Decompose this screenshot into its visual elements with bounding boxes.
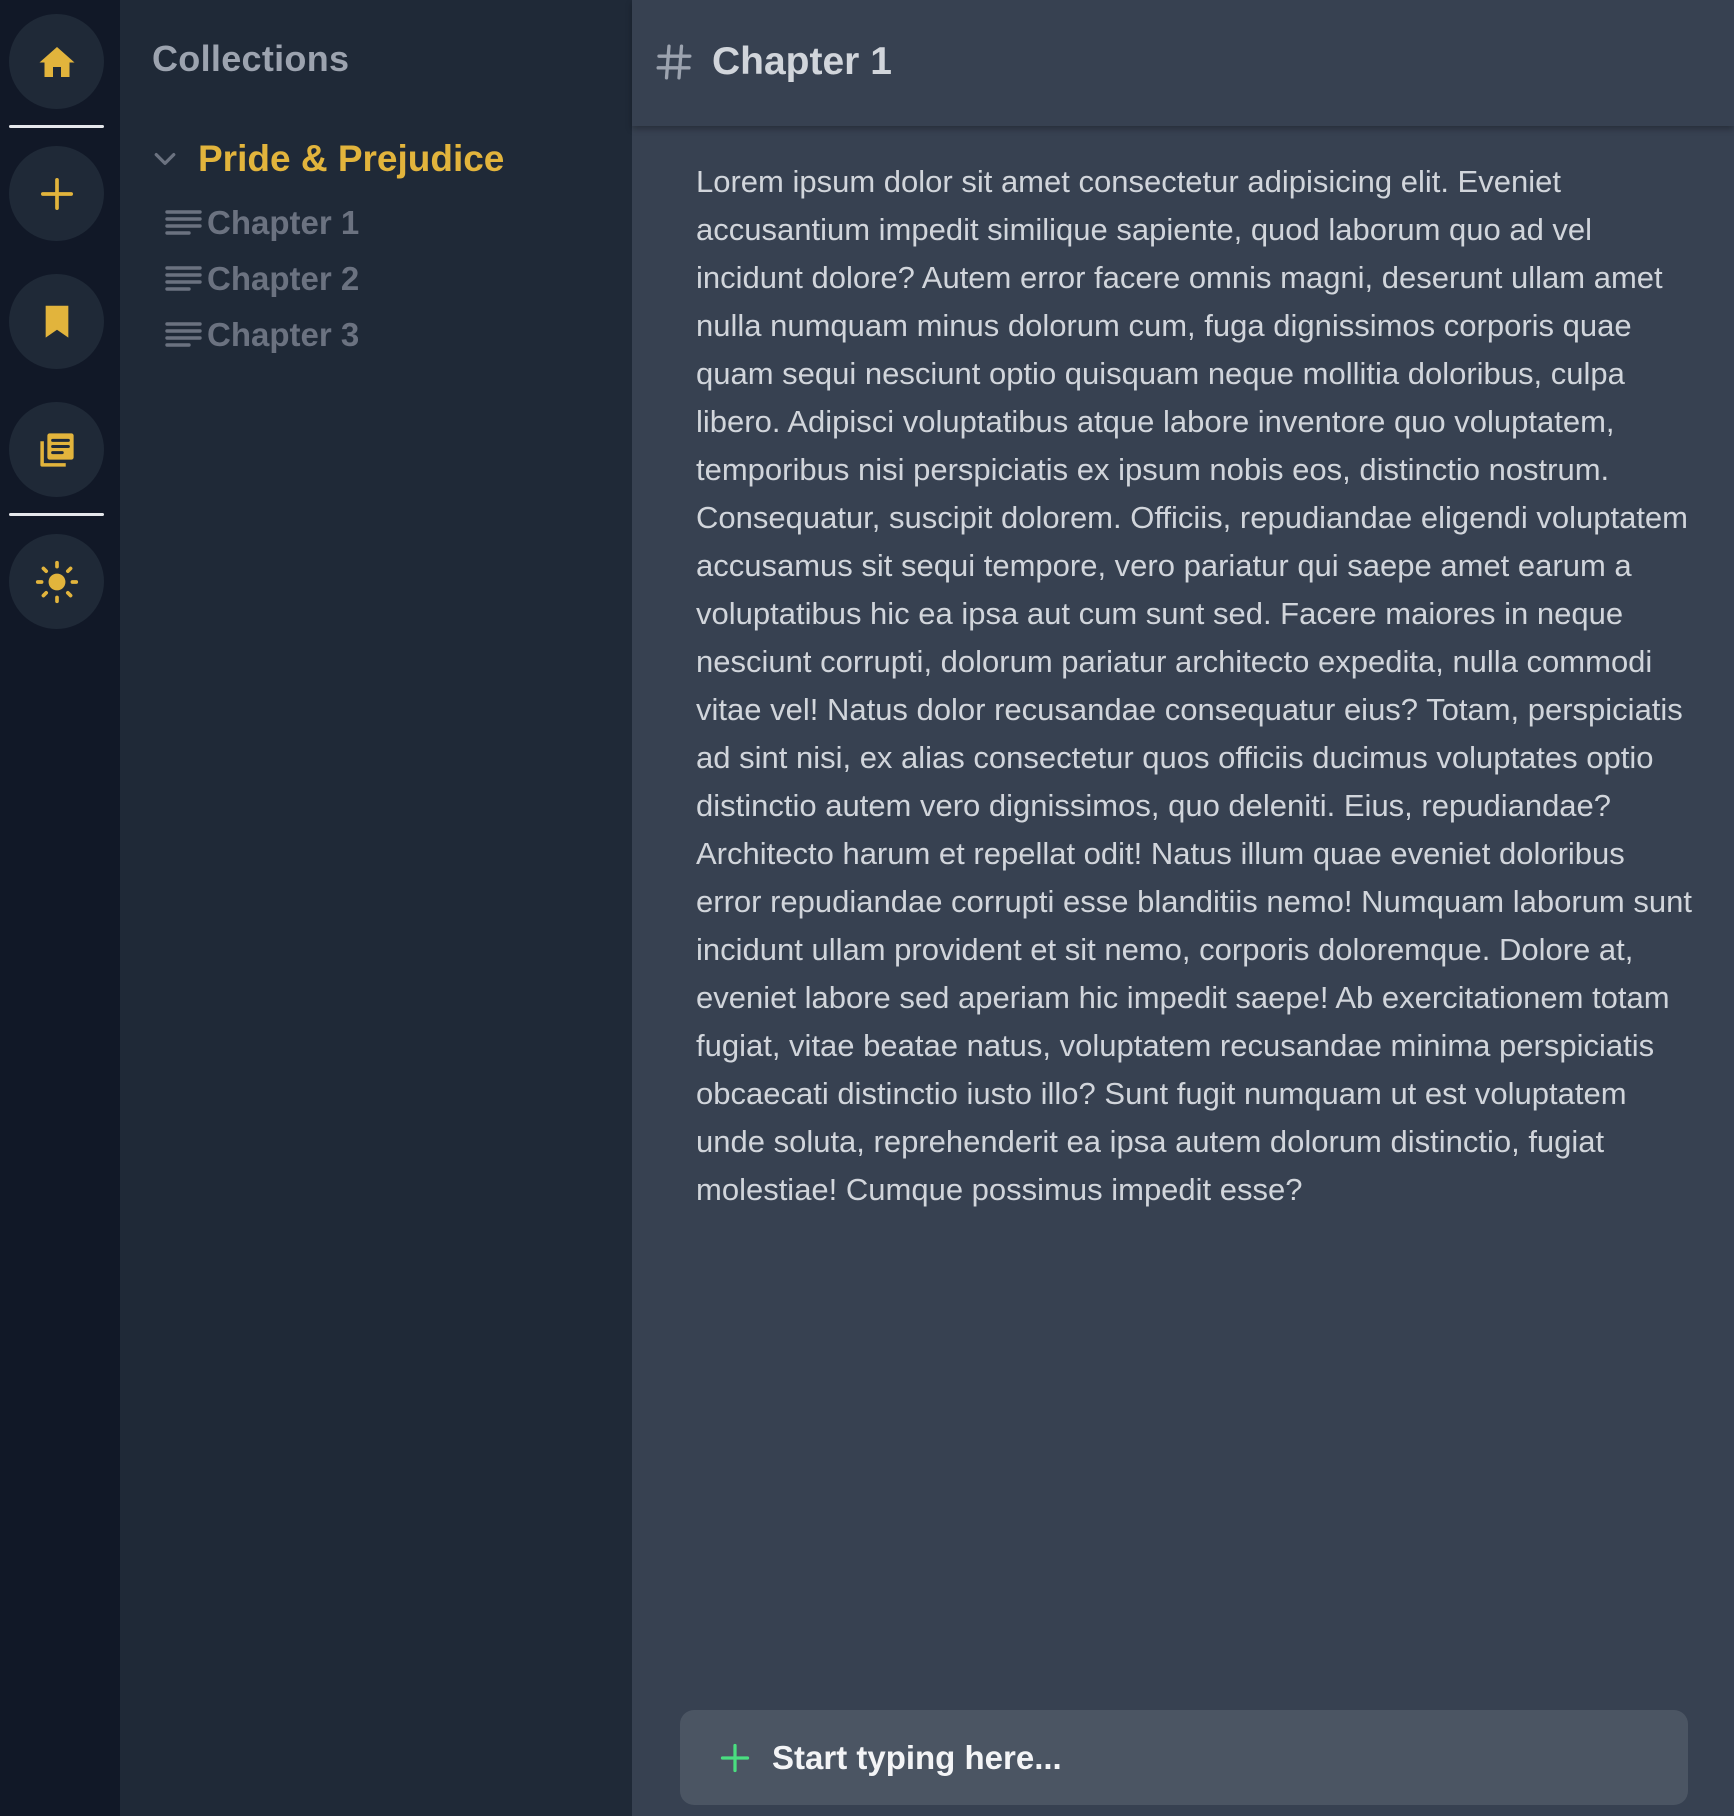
composer-placeholder[interactable]: Start typing here...: [772, 1739, 1062, 1777]
chapter-header: Chapter 1: [632, 0, 1734, 126]
text-lines-icon: [165, 210, 202, 235]
home-icon: [39, 46, 74, 77]
library-icon: [39, 432, 74, 467]
chapter-item[interactable]: Chapter 2: [165, 260, 359, 298]
text-lines-icon: [165, 322, 202, 347]
chapter-label: Chapter 2: [207, 260, 360, 297]
chapter-label: Chapter 1: [207, 204, 360, 241]
collection-item[interactable]: Pride & Prejudice: [150, 138, 504, 180]
chapter-label: Chapter 3: [207, 316, 360, 353]
rail-divider: [9, 125, 104, 128]
app-window: Collections Pride & Prejudice Chapter 1 …: [0, 0, 1734, 1816]
plus-icon[interactable]: [720, 1743, 750, 1773]
rail-divider: [9, 513, 104, 516]
composer-input[interactable]: Start typing here...: [680, 1710, 1688, 1805]
plus-icon: [40, 177, 73, 210]
collection-name: Pride & Prejudice: [198, 138, 505, 179]
hash-icon: [656, 44, 692, 80]
panel-title: Collections: [152, 38, 350, 79]
bookmarks-button[interactable]: [9, 274, 104, 369]
chapter-item[interactable]: Chapter 1: [165, 204, 359, 242]
chapter-view: Chapter 1 Lorem ipsum dolor sit amet con…: [632, 0, 1734, 1816]
library-button[interactable]: [9, 402, 104, 497]
chapter-title: Chapter 1: [712, 40, 892, 83]
home-button[interactable]: [9, 14, 104, 109]
sun-icon: [35, 560, 78, 603]
chapter-item[interactable]: Chapter 3: [165, 316, 359, 354]
text-lines-icon: [165, 266, 202, 291]
icon-rail: [0, 0, 120, 1816]
chevron-down-icon: [154, 153, 176, 165]
bookmark-icon: [45, 305, 68, 338]
theme-toggle-button[interactable]: [9, 534, 104, 629]
collections-panel: Collections Pride & Prejudice Chapter 1 …: [120, 0, 632, 1816]
add-button[interactable]: [9, 146, 104, 241]
chapter-text: Lorem ipsum dolor sit amet consectetur a…: [696, 164, 1692, 1207]
